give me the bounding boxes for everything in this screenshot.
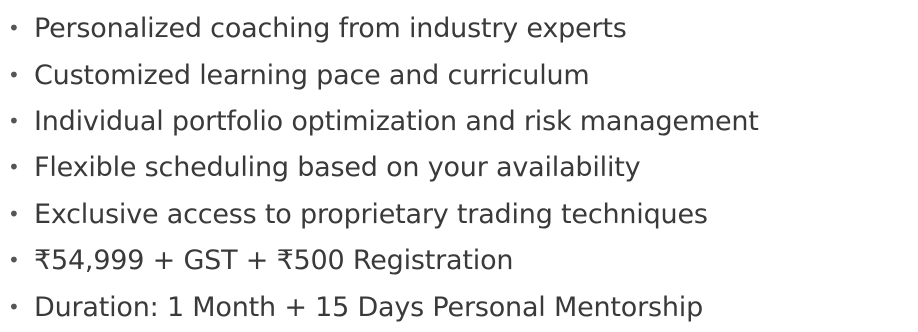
price-text: ₹54,999 + GST + ₹500 Registration: [34, 244, 514, 276]
bullet-icon: •: [8, 155, 20, 179]
list-item: • Customized learning pace and curriculu…: [0, 55, 590, 95]
feature-text: Exclusive access to proprietary trading …: [34, 198, 708, 230]
bullet-icon: •: [8, 295, 20, 319]
bullet-icon: •: [8, 248, 20, 272]
feature-text: Customized learning pace and curriculum: [34, 59, 590, 91]
list-item: • Exclusive access to proprietary tradin…: [0, 194, 708, 234]
feature-text: Flexible scheduling based on your availa…: [34, 151, 641, 183]
feature-list: • Personalized coaching from industry ex…: [0, 0, 918, 332]
list-item: • Personalized coaching from industry ex…: [0, 8, 627, 48]
list-item: • Duration: 1 Month + 15 Days Personal M…: [0, 287, 703, 327]
bullet-icon: •: [8, 109, 20, 133]
feature-text: Personalized coaching from industry expe…: [34, 12, 627, 44]
bullet-icon: •: [8, 202, 20, 226]
feature-text: Individual portfolio optimization and ri…: [34, 105, 759, 137]
bullet-icon: •: [8, 16, 20, 40]
bullet-icon: •: [8, 63, 20, 87]
list-item: • ₹54,999 + GST + ₹500 Registration: [0, 240, 513, 280]
list-item: • Flexible scheduling based on your avai…: [0, 147, 641, 187]
list-item: • Individual portfolio optimization and …: [0, 101, 759, 141]
duration-text: Duration: 1 Month + 15 Days Personal Men…: [34, 291, 704, 323]
